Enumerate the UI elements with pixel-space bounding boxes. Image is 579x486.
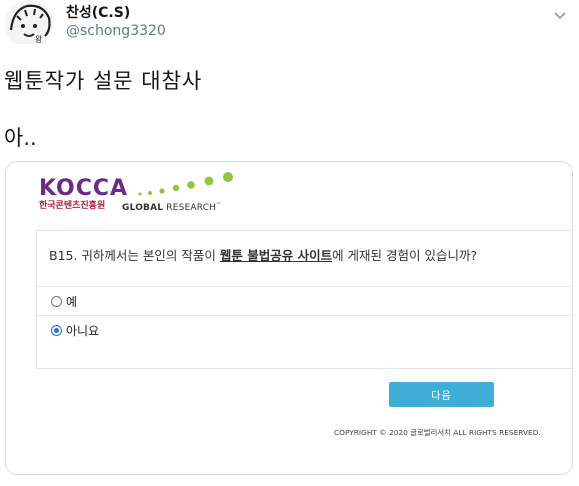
chevron-down-icon[interactable]: [553, 6, 567, 20]
tweet-text-line-2: 아..: [4, 126, 37, 150]
kocca-logo-subtitle: 한국콘텐츠진흥원: [39, 201, 106, 211]
radio-no[interactable]: [51, 325, 62, 336]
divider: [37, 286, 572, 287]
option-no[interactable]: 아니요: [51, 322, 99, 339]
author-handle[interactable]: @schong3320: [66, 23, 166, 39]
copyright-text: COPYRIGHT © 2020 글로벌리서치 ALL RIGHTS RESER…: [334, 428, 541, 437]
tweet-text-line-1: 웹툰작가 설문 대참사: [4, 69, 203, 93]
question-title: B15. 귀하께서는 본인의 작품이 웹툰 불법공유 사이트에 게재된 경험이 …: [49, 248, 478, 263]
option-yes[interactable]: 예: [51, 293, 77, 310]
question-box: B15. 귀하께서는 본인의 작품이 웹툰 불법공유 사이트에 게재된 경험이 …: [36, 230, 572, 369]
next-button[interactable]: 다음: [389, 382, 494, 407]
option-yes-label: 예: [66, 295, 78, 309]
global-research-dots-icon: [138, 172, 233, 196]
radio-yes[interactable]: [51, 296, 62, 307]
avatar[interactable]: 왕: [5, 0, 57, 44]
author-name[interactable]: 찬성(C.S): [66, 2, 130, 22]
svg-text:왕: 왕: [35, 35, 43, 44]
tweet-image[interactable]: KOCCA 한국콘텐츠진흥원 GLOBAL RESEARCH™ B15. 귀하께…: [5, 161, 573, 475]
divider: [37, 315, 572, 316]
option-no-label: 아니요: [66, 324, 100, 338]
global-research-logo: GLOBAL RESEARCH™: [122, 202, 222, 213]
